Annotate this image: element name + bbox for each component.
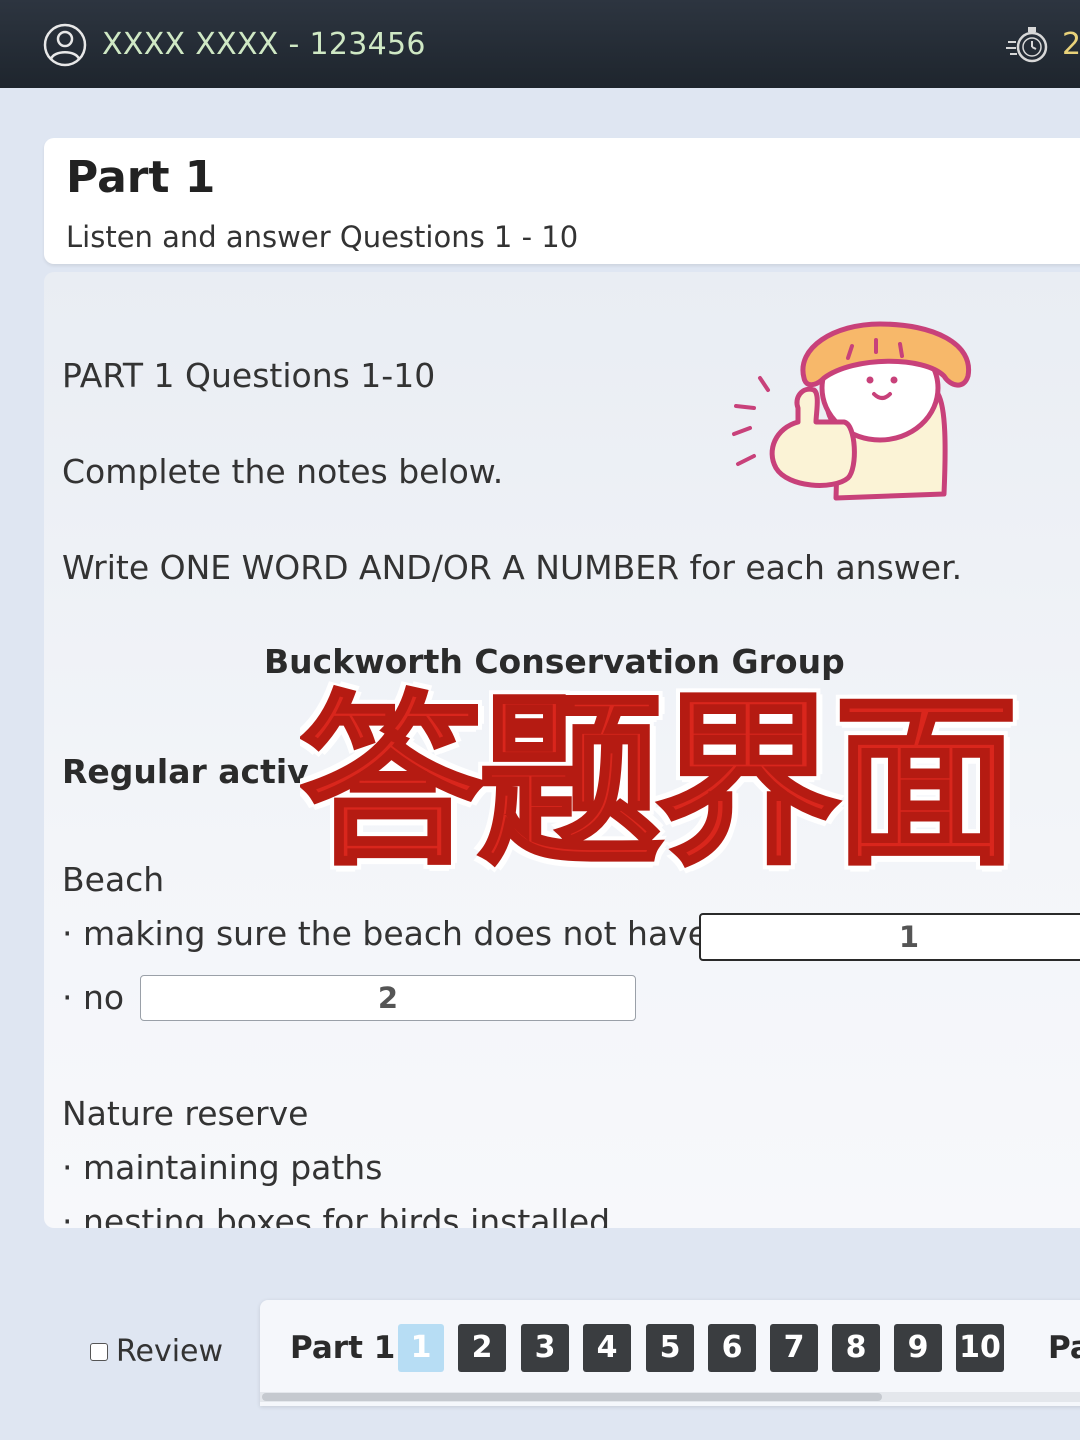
- next-part-label[interactable]: Pa: [1048, 1330, 1080, 1366]
- questions-heading: PART 1 Questions 1-10: [62, 356, 436, 395]
- scrollbar-thumb[interactable]: [262, 1393, 882, 1401]
- nav-part-label: Part 1:: [290, 1330, 408, 1366]
- part-header: Part 1 Listen and answer Questions 1 - 1…: [44, 138, 1080, 264]
- question-button-4[interactable]: 4: [583, 1324, 631, 1372]
- question-button-8[interactable]: 8: [832, 1324, 880, 1372]
- checkbox-icon[interactable]: [90, 1342, 108, 1361]
- beach-label: Beach: [62, 860, 165, 899]
- nature-note-2: · nesting boxes for birds installed: [62, 1202, 611, 1228]
- part-title: Part 1: [66, 152, 216, 203]
- answer-input-2[interactable]: 2: [140, 975, 636, 1021]
- answer-input-1[interactable]: 1: [699, 913, 1080, 961]
- top-bar: XXXX XXXX - 123456 2: [0, 0, 1080, 88]
- review-checkbox[interactable]: Review: [90, 1334, 223, 1369]
- instruction-text: Complete the notes below.: [62, 452, 504, 491]
- section-heading: Regular activ: [62, 752, 309, 791]
- overlay-banner-text: 答题界面: [300, 680, 1020, 886]
- stopwatch-icon: [1006, 27, 1048, 63]
- part-subtitle: Listen and answer Questions 1 - 10: [66, 220, 579, 254]
- question-button-10[interactable]: 10: [956, 1324, 1004, 1372]
- notes-title: Buckworth Conservation Group: [264, 642, 845, 681]
- word-limit-instruction: Write ONE WORD AND/OR A NUMBER for each …: [62, 548, 963, 587]
- question-button-5[interactable]: 5: [646, 1324, 694, 1372]
- question-navigation: Part 1: 1 2 3 4 5 6 7 8 9 10 Pa: [260, 1300, 1080, 1406]
- thumbs-up-sticker: [732, 321, 972, 501]
- beach-note-2: · no: [62, 978, 125, 1017]
- nature-reserve-label: Nature reserve: [62, 1094, 309, 1133]
- question-button-3[interactable]: 3: [521, 1324, 569, 1372]
- beach-note-1: · making sure the beach does not have: [62, 914, 709, 953]
- user-icon: [43, 23, 87, 67]
- question-button-9[interactable]: 9: [894, 1324, 942, 1372]
- question-button-1[interactable]: 1: [398, 1324, 444, 1372]
- question-button-6[interactable]: 6: [708, 1324, 756, 1372]
- question-button-7[interactable]: 7: [770, 1324, 818, 1372]
- review-label: Review: [116, 1334, 224, 1369]
- candidate-info: XXXX XXXX - 123456: [102, 27, 426, 62]
- timer-text: 2: [1062, 27, 1080, 62]
- question-button-2[interactable]: 2: [458, 1324, 506, 1372]
- nav-scrollbar[interactable]: [260, 1392, 1080, 1402]
- nature-note-1: · maintaining paths: [62, 1148, 383, 1187]
